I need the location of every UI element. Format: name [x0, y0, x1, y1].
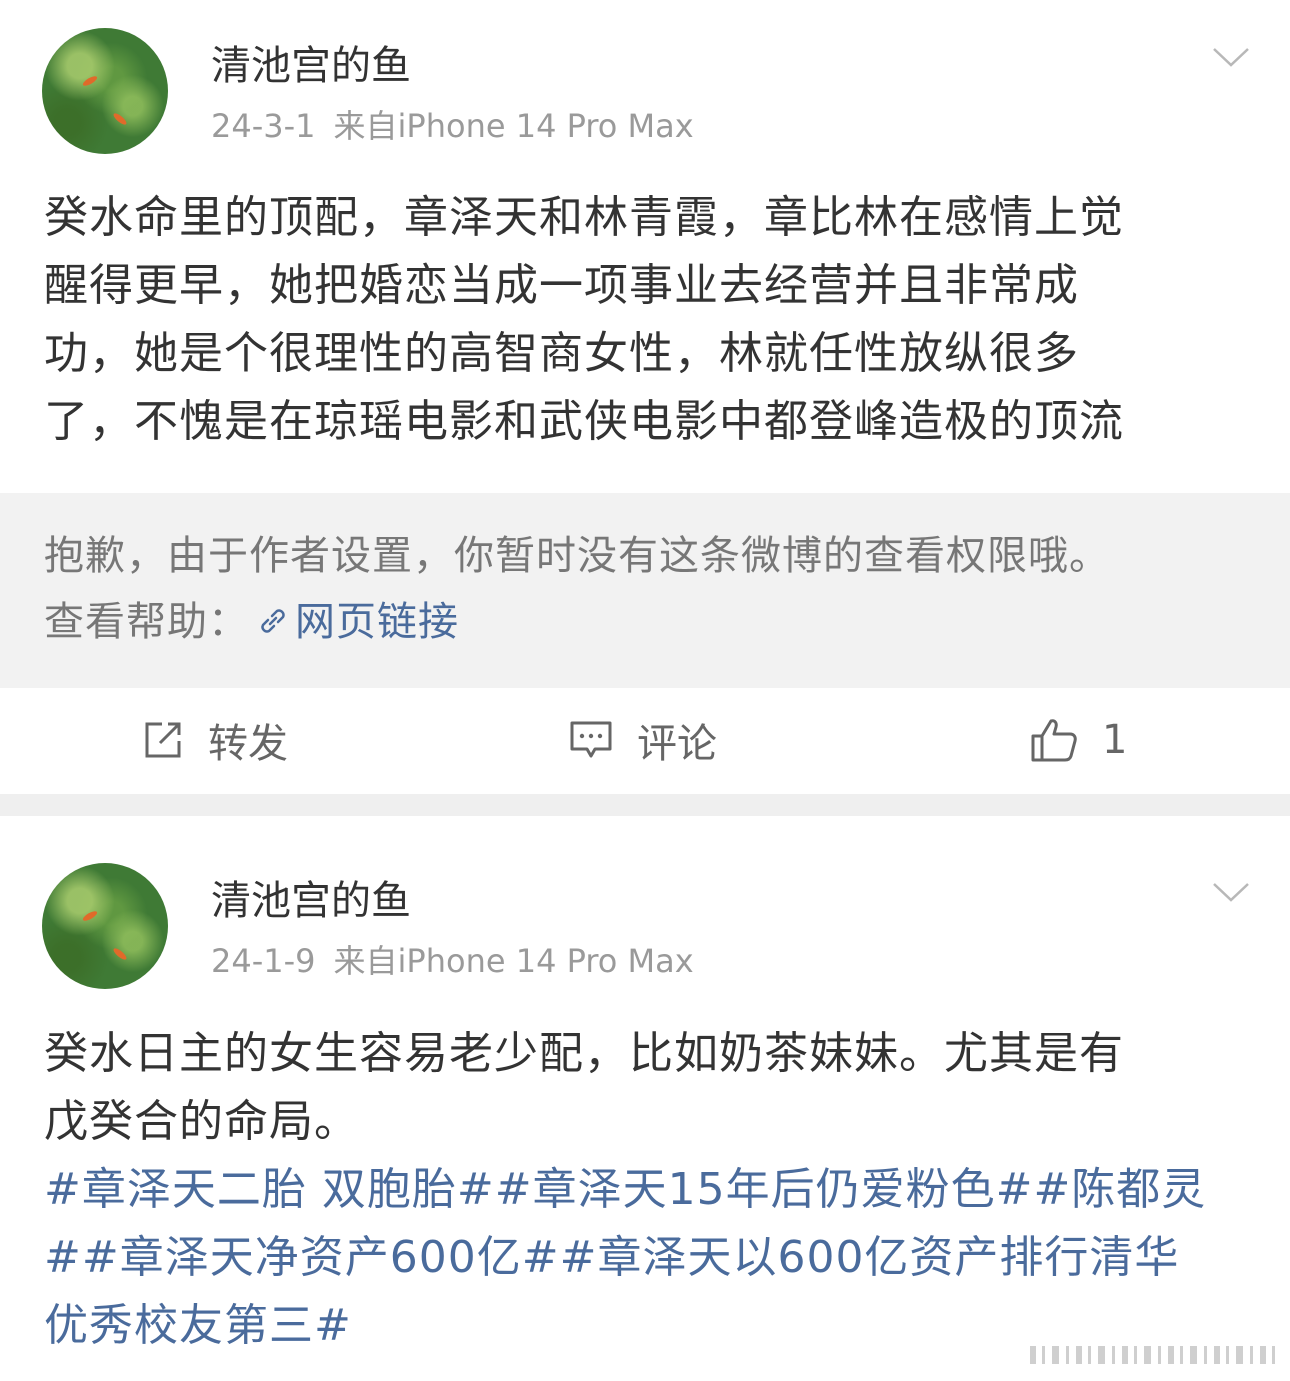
help-row: 查看帮助： 网页链接	[44, 589, 459, 647]
permission-notice: 抱歉，由于作者设置，你暂时没有这条微博的查看权限哦。 查看帮助： 网页链接	[0, 493, 1290, 688]
post-content: 癸水日主的女生容易老少配，比如奶茶妹妹。尤其是有 戊癸合的命局。 #章泽天二胎 …	[44, 1020, 1259, 1360]
comment-icon	[570, 721, 612, 758]
content-line: 了，不愧是在琼瑶电影和武侠电影中都登峰造极的顶流	[44, 396, 1124, 447]
post-date: 24-1-9	[211, 942, 316, 980]
content-line: 功，她是个很理性的高智商女性，林就任性放纵很多	[44, 328, 1079, 379]
thumbs-up-icon	[1031, 719, 1077, 762]
post-meta: 24-3-1 来自iPhone 14 Pro Max	[211, 110, 694, 142]
post-divider	[0, 794, 1290, 816]
content-line: 癸水命里的顶配，章泽天和林青霞，章比林在感情上觉	[44, 192, 1124, 243]
topic-links-line[interactable]: #章泽天二胎 双胞胎##章泽天15年后仍爱粉色##陈都灵	[44, 1156, 1259, 1224]
link-icon	[261, 609, 285, 633]
post-source: 来自iPhone 14 Pro Max	[333, 942, 694, 980]
content-line: 醒得更早，她把婚恋当成一项事业去经营并且非常成	[44, 260, 1079, 311]
content-line: 癸水日主的女生容易老少配，比如奶茶妹妹。尤其是有	[44, 1028, 1124, 1079]
repost-label: 转发	[208, 721, 288, 767]
chevron-down-icon[interactable]	[1212, 881, 1250, 903]
chevron-down-icon[interactable]	[1212, 46, 1250, 68]
post-1: 清池宫的鱼 24-3-1 来自iPhone 14 Pro Max 癸水命里的顶配，…	[0, 0, 1290, 794]
web-link[interactable]: 网页链接	[255, 599, 459, 645]
notice-message: 抱歉，由于作者设置，你暂时没有这条微博的查看权限哦。	[44, 533, 1110, 579]
avatar[interactable]	[42, 863, 168, 989]
avatar[interactable]	[42, 28, 168, 154]
repost-button[interactable]: 转发	[142, 716, 288, 767]
content-line: 戊癸合的命局。	[44, 1096, 359, 1147]
like-count: 1	[1102, 717, 1128, 763]
post-meta: 24-1-9 来自iPhone 14 Pro Max	[211, 945, 694, 977]
topic-links-line[interactable]: ##章泽天净资产600亿##章泽天以600亿资产排行清华	[44, 1224, 1259, 1292]
action-bar: 转发 评论 1	[0, 688, 1290, 794]
web-link-label: 网页链接	[295, 599, 459, 645]
post-2: 清池宫的鱼 24-1-9 来自iPhone 14 Pro Max 癸水日主的女生容…	[0, 816, 1290, 1381]
post-date: 24-3-1	[211, 107, 316, 145]
post-content: 癸水命里的顶配，章泽天和林青霞，章比林在感情上觉 醒得更早，她把婚恋当成一项事业…	[44, 184, 1259, 456]
comment-button[interactable]: 评论	[569, 716, 717, 767]
post-source: 来自iPhone 14 Pro Max	[333, 107, 694, 145]
author-name[interactable]: 清池宫的鱼	[211, 881, 411, 921]
like-button[interactable]: 1	[1030, 716, 1127, 764]
author-name[interactable]: 清池宫的鱼	[211, 46, 411, 86]
comment-label: 评论	[637, 721, 717, 767]
repost-icon	[145, 722, 181, 758]
help-label: 查看帮助：	[44, 599, 249, 645]
watermark	[1030, 1346, 1275, 1364]
